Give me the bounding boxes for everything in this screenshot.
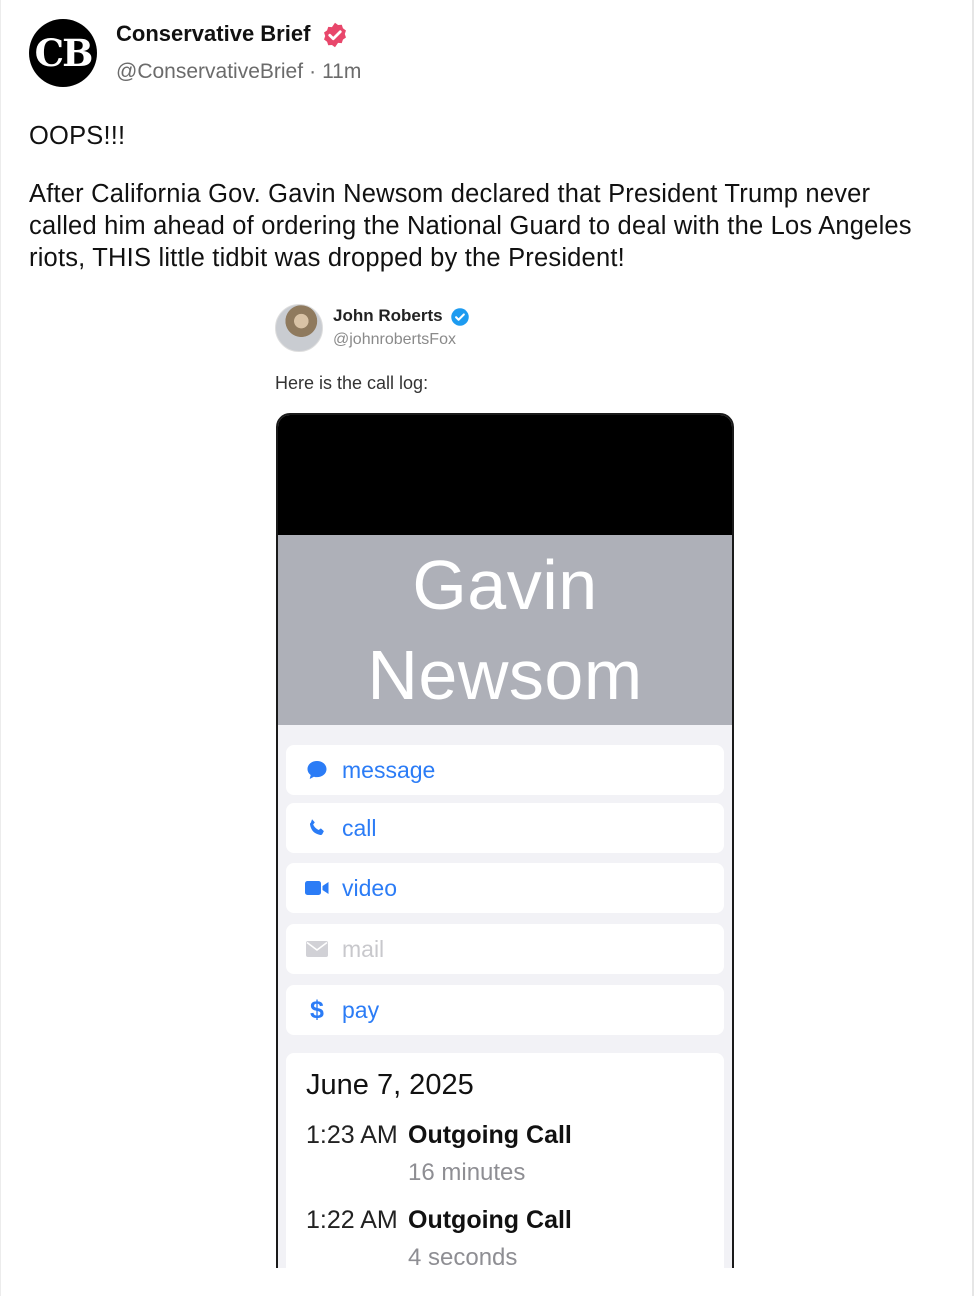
contact-name-line: Gavin <box>412 546 598 624</box>
video-camera-icon <box>304 875 330 901</box>
embed-author-name: John Roberts <box>333 306 443 325</box>
call-history-card: June 7, 2025 1:23 AM Outgoing Call 16 mi… <box>286 1053 724 1268</box>
post-timestamp[interactable]: 11m <box>322 60 361 83</box>
action-label: pay <box>342 996 380 1023</box>
contact-name: Gavin Newsom <box>278 540 732 720</box>
action-label: message <box>342 756 436 783</box>
action-label: call <box>342 814 377 841</box>
phone-status-area <box>278 415 732 535</box>
mail-icon <box>304 936 330 962</box>
action-label: mail <box>342 935 385 962</box>
author-name[interactable]: Conservative Brief <box>116 21 310 47</box>
call-time: 1:22 AM <box>306 1206 398 1234</box>
post-card: CB Conservative Brief @ConservativeBrief… <box>0 0 974 1296</box>
meta-separator: · <box>309 60 317 83</box>
call-duration: 4 seconds <box>408 1244 518 1268</box>
embed-author-handle: @johnrobertsFox <box>333 331 456 348</box>
action-video[interactable]: video <box>286 863 724 913</box>
embed-text: Here is the call log: <box>275 373 429 393</box>
author-avatar[interactable]: CB <box>29 19 97 87</box>
phone-icon <box>304 815 330 841</box>
action-mail: mail <box>286 924 724 974</box>
action-call[interactable]: call <box>286 803 724 853</box>
message-bubble-icon <box>304 757 330 783</box>
contact-name-line: Newsom <box>367 636 643 714</box>
post-paragraph: OOPS!!! <box>29 122 126 150</box>
embedded-image[interactable]: John Roberts @johnrobertsFox Here is the… <box>271 296 741 1268</box>
embed-verified-badge-icon <box>451 308 469 326</box>
author-meta: @ConservativeBrief · 11m <box>116 60 361 84</box>
post-paragraph: After California Gov. Gavin Newsom decla… <box>29 180 912 272</box>
phone-screenshot: Gavin Newsom message call video mail $ p… <box>276 413 734 1268</box>
verified-badge-icon <box>324 22 346 48</box>
author-handle[interactable]: @ConservativeBrief <box>116 60 303 83</box>
action-label: video <box>342 874 397 901</box>
call-type: Outgoing Call <box>408 1121 572 1149</box>
contact-header: Gavin Newsom <box>278 535 732 725</box>
action-message[interactable]: message <box>286 745 724 795</box>
call-duration: 16 minutes <box>408 1159 526 1186</box>
call-type: Outgoing Call <box>408 1206 572 1234</box>
call-time: 1:23 AM <box>306 1121 398 1149</box>
embed-author-avatar <box>275 304 323 352</box>
call-date: June 7, 2025 <box>306 1069 474 1101</box>
dollar-icon: $ <box>310 995 324 1024</box>
post-body: OOPS!!! After California Gov. Gavin News… <box>29 120 929 300</box>
action-pay[interactable]: $ pay <box>286 985 724 1035</box>
